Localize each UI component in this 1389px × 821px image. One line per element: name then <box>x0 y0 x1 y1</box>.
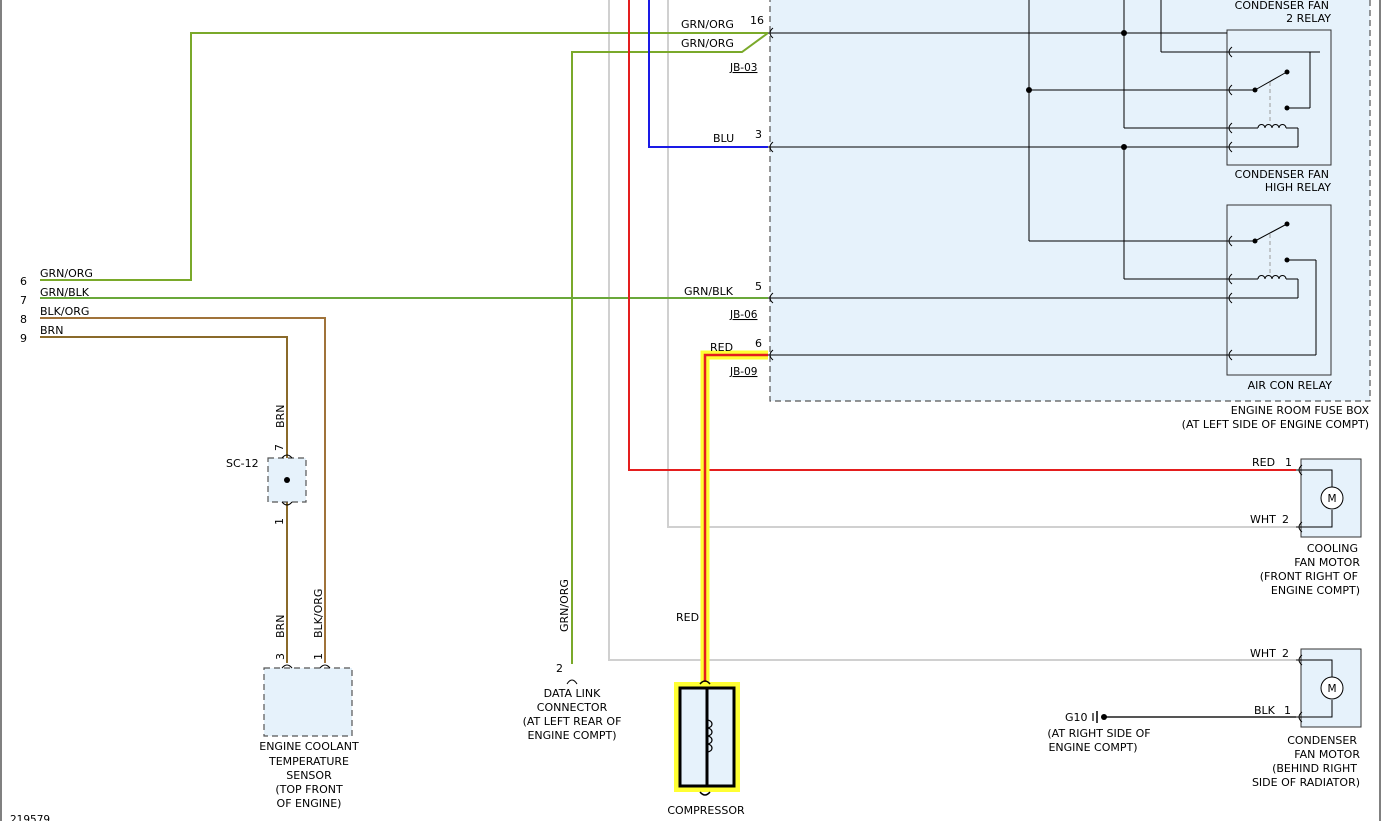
data-link-pin: 2 <box>556 662 563 675</box>
connector-jb09: JB-09 <box>729 366 757 378</box>
relay-aircon-label: AIR CON RELAY <box>1248 379 1333 392</box>
data-link-pin-mark <box>566 679 578 685</box>
label-grn-blk-5: GRN/BLK <box>684 285 734 298</box>
data-link-label-4: ENGINE COMPT) <box>527 729 616 742</box>
left-pin-8: 8 <box>20 313 27 326</box>
data-link-label-3: (AT LEFT REAR OF <box>523 715 622 728</box>
left-pin-9: 9 <box>20 332 27 345</box>
coolant-label-2: TEMPERATURE <box>268 755 349 768</box>
fuse-pin-6: 6 <box>755 337 762 350</box>
fuse-box-location: (AT LEFT SIDE OF ENGINE COMPT) <box>1182 418 1369 431</box>
label-grn-org-left: GRN/ORG <box>40 267 93 280</box>
ground-name: G10 <box>1065 711 1088 724</box>
cooling-fan-label-2: FAN MOTOR <box>1294 556 1360 569</box>
condenser-fan-pin1: 1 <box>1284 704 1291 717</box>
label-grn-blk-left: GRN/BLK <box>40 286 90 299</box>
label-blu: BLU <box>713 132 734 145</box>
fuse-pin-5: 5 <box>755 280 762 293</box>
coolant-label-4: (TOP FRONT <box>275 783 343 796</box>
label-wht-cooling-fan: WHT <box>1250 513 1276 526</box>
label-blk-condenser-fan: BLK <box>1254 704 1276 717</box>
data-link-label-2: CONNECTOR <box>537 701 608 714</box>
compressor-label: COMPRESSOR <box>667 804 745 817</box>
sc12-splice-dot <box>284 477 290 483</box>
label-brn-sensor: BRN <box>274 615 287 638</box>
label-brn-sc12-top: BRN <box>274 405 287 428</box>
coolant-label-1: ENGINE COOLANT <box>259 740 359 753</box>
ground-label-1: (AT RIGHT SIDE OF <box>1047 727 1150 740</box>
red-wire-highlight <box>700 350 768 684</box>
label-red-compressor: RED <box>676 611 699 624</box>
label-grn-org-16b: GRN/ORG <box>681 37 734 50</box>
condenser-fan-high-relay-box <box>1226 29 1332 166</box>
brn-wire <box>40 336 288 663</box>
relay-high-line2: HIGH RELAY <box>1265 181 1331 194</box>
cooling-fan-pin1: 1 <box>1285 456 1292 469</box>
grn-org-wire-data-link <box>571 32 769 664</box>
condenser-fan-label-3: (BEHIND RIGHT <box>1272 762 1357 775</box>
coolant-label-3: SENSOR <box>286 769 332 782</box>
coolant-sensor-box <box>263 667 353 737</box>
label-brn-left: BRN <box>40 324 63 337</box>
left-pin-6: 6 <box>20 275 27 288</box>
condenser-fan-label-1: CONDENSER <box>1287 734 1357 747</box>
cooling-fan-label-3: (FRONT RIGHT OF <box>1260 570 1358 583</box>
fuse-pin-16: 16 <box>750 14 764 27</box>
label-blk-org-left: BLK/ORG <box>40 305 89 318</box>
condenser-fan-pin2: 2 <box>1282 647 1289 660</box>
condenser-fan-label-4: SIDE OF RADIATOR) <box>1252 776 1360 789</box>
coolant-label-5: OF ENGINE) <box>277 797 342 810</box>
connector-jb03: JB-03 <box>729 62 757 74</box>
sc12-pin-bottom: 1 <box>273 518 286 525</box>
compressor-symbol <box>674 680 740 796</box>
relay-fan2-line2: 2 RELAY <box>1286 12 1331 25</box>
left-pin-7: 7 <box>20 294 27 307</box>
cooling-fan-label-1: COOLING <box>1307 542 1358 555</box>
fuse-box-name: ENGINE ROOM FUSE BOX <box>1231 404 1370 417</box>
label-red-cooling-fan: RED <box>1252 456 1275 469</box>
cooling-fan-label-4: ENGINE COMPT) <box>1271 584 1360 597</box>
ground-label-2: ENGINE COMPT) <box>1048 741 1137 754</box>
coolant-pin3: 3 <box>274 653 287 660</box>
condenser-fan-m-symbol: M <box>1327 683 1336 695</box>
coolant-pin1: 1 <box>312 653 325 660</box>
cooling-fan-m-symbol: M <box>1327 493 1336 505</box>
data-link-label-1: DATA LINK <box>544 687 601 700</box>
label-grn-org-dlc: GRN/ORG <box>558 579 571 632</box>
grn-org-wire-pin6 <box>40 32 768 281</box>
fuse-pin-3: 3 <box>755 128 762 141</box>
air-con-relay-box <box>1226 204 1332 376</box>
figure-id: 219579 <box>10 814 50 821</box>
cooling-fan-pin2: 2 <box>1282 513 1289 526</box>
connector-jb06: JB-06 <box>729 309 758 321</box>
sc12-pin-top: 7 <box>273 444 286 451</box>
sc12-label: SC-12 <box>226 457 259 470</box>
label-wht-condenser-fan: WHT <box>1250 647 1276 660</box>
red-wire-compressor <box>703 353 768 684</box>
label-grn-org-16: GRN/ORG <box>681 18 734 31</box>
wiring-diagram: 6 7 8 9 GRN/ORG GRN/BLK BLK/ORG BRN GRN/… <box>0 0 1381 821</box>
relay-high-line1: CONDENSER FAN <box>1235 168 1329 181</box>
condenser-fan-label-2: FAN MOTOR <box>1294 748 1360 761</box>
relay-fan2-line1: CONDENSER FAN <box>1235 0 1329 12</box>
label-blk-org-sensor: BLK/ORG <box>312 589 325 638</box>
label-red-6: RED <box>710 341 733 354</box>
